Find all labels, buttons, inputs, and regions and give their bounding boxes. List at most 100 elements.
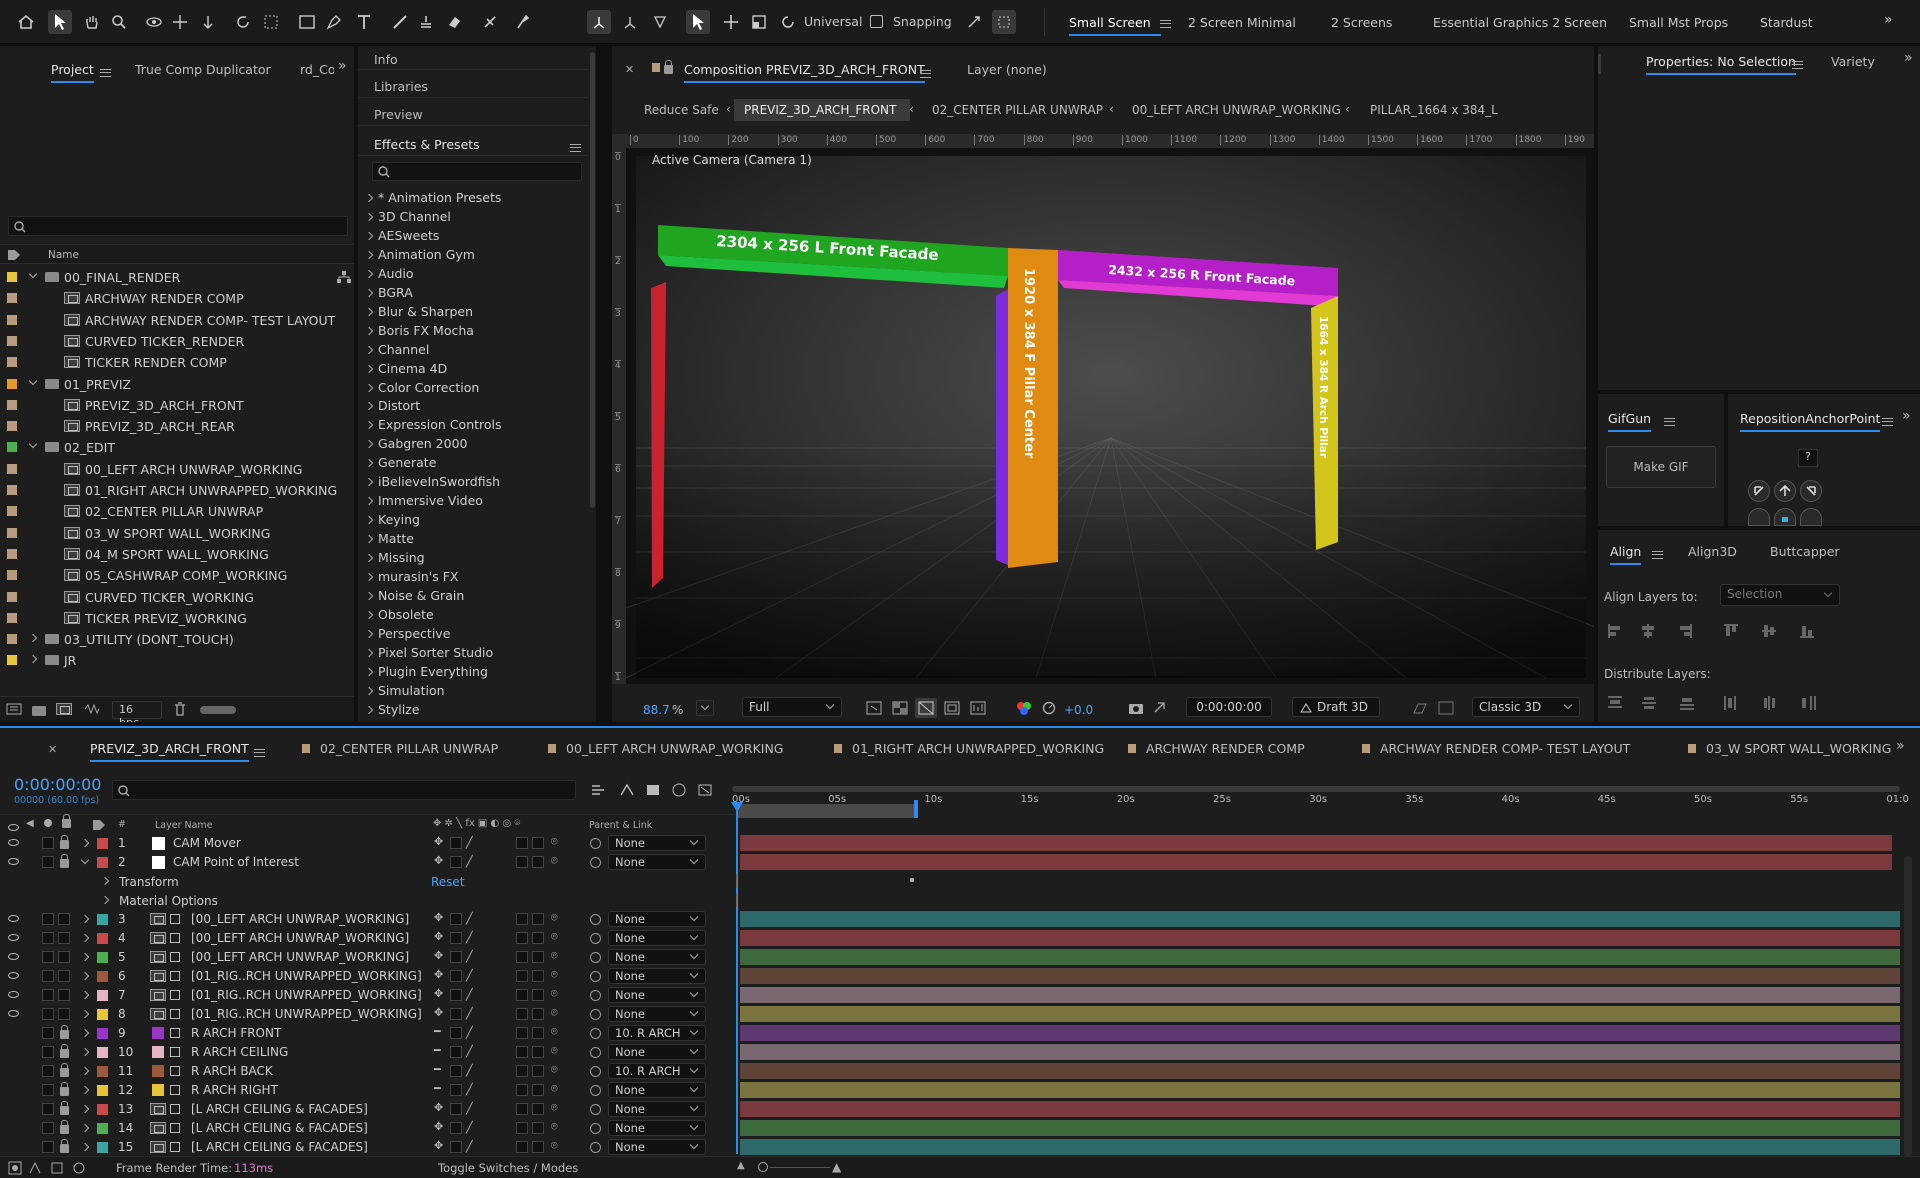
view-axis-mode-icon[interactable] bbox=[648, 10, 672, 34]
project-folder[interactable]: 03_UTILITY (DONT_TOUCH) bbox=[0, 629, 350, 650]
layer-duration-bar[interactable] bbox=[740, 968, 1900, 984]
chevron-right-icon[interactable] bbox=[100, 895, 110, 905]
home-icon[interactable] bbox=[14, 10, 38, 34]
label-color-swatch[interactable] bbox=[97, 1066, 108, 1077]
timeline-layer-row[interactable]: 7 [01_RIG..RCH UNWRAPPED_WORKING] ✥ ╱ ⌾ None bbox=[0, 986, 740, 1005]
3d-switch-icon[interactable]: ⌾ bbox=[551, 987, 558, 1001]
motion-blur-switch[interactable] bbox=[532, 1065, 544, 1077]
solo-switch[interactable] bbox=[42, 1122, 54, 1134]
quality-icon[interactable]: ╱ bbox=[466, 1083, 473, 1096]
shy-switch-icon[interactable]: ✥ bbox=[434, 1139, 443, 1152]
video-switch-header-icon[interactable] bbox=[8, 819, 19, 834]
chevron-right-icon[interactable] bbox=[80, 1066, 90, 1076]
tab-true-comp-duplicator[interactable]: True Comp Duplicator bbox=[135, 62, 271, 77]
motion-blur-switch[interactable] bbox=[532, 951, 544, 963]
quality-switch[interactable] bbox=[450, 970, 462, 982]
properties-menu-icon[interactable] bbox=[1786, 56, 1803, 71]
extended-viewer-icon[interactable] bbox=[1438, 701, 1454, 715]
effects-switch[interactable] bbox=[516, 1027, 528, 1039]
visibility-eye-icon[interactable] bbox=[8, 1010, 19, 1017]
chevron-right-icon[interactable] bbox=[80, 1009, 90, 1019]
mask-visibility-icon[interactable] bbox=[915, 698, 937, 718]
project-folder[interactable]: 02_EDIT bbox=[0, 437, 350, 458]
project-comp-item[interactable]: 05_CASHWRAP COMP_WORKING bbox=[0, 565, 350, 586]
anchor-left-icon[interactable] bbox=[1748, 508, 1770, 526]
label-color-swatch[interactable] bbox=[97, 857, 108, 868]
quality-icon[interactable]: ╱ bbox=[466, 1064, 473, 1077]
comp-flowchart-icon[interactable] bbox=[590, 783, 608, 797]
effects-switch[interactable] bbox=[516, 856, 528, 868]
timeline-layer-row[interactable]: 10 R ARCH CEILING ━ ╱ ⌾ None bbox=[0, 1043, 740, 1062]
tab-gifgun[interactable]: GifGun bbox=[1608, 411, 1652, 432]
pick-whip-icon[interactable] bbox=[590, 990, 601, 1001]
reposition-menu-icon[interactable] bbox=[1876, 413, 1893, 428]
workspace-small-screen[interactable]: Small Screen bbox=[1069, 15, 1151, 30]
layer-name[interactable]: R ARCH RIGHT bbox=[191, 1083, 278, 1097]
quality-icon[interactable]: ╱ bbox=[466, 1045, 473, 1058]
quality-switch[interactable] bbox=[450, 1122, 462, 1134]
label-color-swatch[interactable] bbox=[97, 914, 108, 925]
3d-switch-icon[interactable]: ⌾ bbox=[551, 1044, 558, 1058]
timeline-tab[interactable]: 01_RIGHT ARCH UNWRAPPED_WORKING bbox=[834, 741, 1104, 756]
pick-whip-icon[interactable] bbox=[590, 1085, 601, 1096]
layer-duration-bar[interactable] bbox=[740, 930, 1900, 946]
layer-name[interactable]: [01_RIG..RCH UNWRAPPED_WORKING] bbox=[191, 1007, 422, 1021]
chevron-right-icon[interactable] bbox=[80, 1104, 90, 1114]
chevron-right-icon[interactable] bbox=[80, 1047, 90, 1057]
chevron-down-icon[interactable] bbox=[28, 440, 38, 449]
timeline-layer-row[interactable]: 6 [01_RIG..RCH UNWRAPPED_WORKING] ✥ ╱ ⌾ None bbox=[0, 967, 740, 986]
quality-icon[interactable]: ╱ bbox=[466, 931, 473, 944]
lock-icon[interactable] bbox=[60, 1101, 69, 1115]
effects-presets-title[interactable]: Effects & Presets bbox=[374, 137, 480, 152]
chevron-down-icon[interactable] bbox=[80, 855, 90, 865]
lock-icon[interactable] bbox=[60, 1044, 69, 1058]
3d-switch-icon[interactable]: ⌾ bbox=[551, 968, 558, 982]
timeline-menu-icon[interactable] bbox=[248, 744, 265, 759]
new-comp-icon[interactable] bbox=[56, 703, 72, 718]
lock-switch[interactable] bbox=[58, 913, 70, 925]
lock-icon[interactable] bbox=[60, 854, 69, 868]
3d-ground-plane-icon[interactable] bbox=[1412, 701, 1428, 715]
rotate-3d-icon[interactable] bbox=[776, 10, 800, 34]
visibility-eye-icon[interactable] bbox=[8, 934, 19, 941]
shy-switch-icon[interactable]: ✥ bbox=[434, 1006, 443, 1019]
timeline-layer-row[interactable]: 11 R ARCH BACK ━ ╱ ⌾ 10. R ARCH bbox=[0, 1062, 740, 1081]
lock-switch[interactable] bbox=[58, 1008, 70, 1020]
solo-switch[interactable] bbox=[42, 970, 54, 982]
shy-switch-icon[interactable]: ✥ bbox=[434, 911, 443, 924]
reset-exposure-icon[interactable] bbox=[1042, 701, 1056, 715]
quality-icon[interactable]: ╱ bbox=[466, 1121, 473, 1134]
visibility-eye-icon[interactable] bbox=[8, 991, 19, 998]
gifgun-menu-icon[interactable] bbox=[1658, 413, 1675, 428]
layer-name[interactable]: CAM Mover bbox=[173, 836, 241, 850]
label-color-swatch[interactable] bbox=[97, 1085, 108, 1096]
resolution-dropdown[interactable]: Full bbox=[742, 697, 842, 717]
reset-link[interactable]: Reset bbox=[431, 875, 465, 889]
anchor-top-left-icon[interactable] bbox=[1748, 480, 1770, 502]
align-menu-icon[interactable] bbox=[1646, 546, 1663, 561]
quality-switch[interactable] bbox=[450, 1103, 462, 1115]
solo-switch[interactable] bbox=[42, 1046, 54, 1058]
project-comp-item[interactable]: CURVED TICKER_RENDER bbox=[0, 331, 350, 352]
project-comp-item[interactable]: TICKER PREVIZ_WORKING bbox=[0, 608, 350, 629]
solo-switch[interactable] bbox=[42, 951, 54, 963]
project-comp-item[interactable]: 03_W SPORT WALL_WORKING bbox=[0, 523, 350, 544]
solo-switch[interactable] bbox=[42, 837, 54, 849]
workspace-stardust[interactable]: Stardust bbox=[1760, 15, 1813, 30]
tab-buttcapper[interactable]: Buttcapper bbox=[1770, 544, 1840, 559]
pick-whip-icon[interactable] bbox=[590, 1066, 601, 1077]
parent-dropdown[interactable]: None bbox=[608, 1006, 706, 1022]
align-to-dropdown[interactable]: Selection bbox=[1720, 584, 1840, 606]
layer-duration-bar[interactable] bbox=[740, 1006, 1900, 1022]
pick-whip-icon[interactable] bbox=[590, 933, 601, 944]
pick-whip-icon[interactable] bbox=[590, 1028, 601, 1039]
layer-name[interactable]: [L ARCH CEILING & FACADES] bbox=[191, 1102, 368, 1116]
timeline-layer-row[interactable]: 2 CAM Point of Interest ✥ ╱ ⌾ None bbox=[0, 853, 740, 872]
zoom-in-icon[interactable]: ▲ bbox=[832, 1160, 841, 1174]
rotate-tool-icon[interactable] bbox=[231, 10, 255, 34]
parent-dropdown[interactable]: None bbox=[608, 968, 706, 984]
toggle-switches-modes[interactable]: Toggle Switches / Modes bbox=[438, 1161, 578, 1175]
timeline-tab[interactable]: 03_W SPORT WALL_WORKING bbox=[1688, 741, 1891, 756]
quality-switch[interactable] bbox=[450, 989, 462, 1001]
parent-dropdown[interactable]: None bbox=[608, 987, 706, 1003]
